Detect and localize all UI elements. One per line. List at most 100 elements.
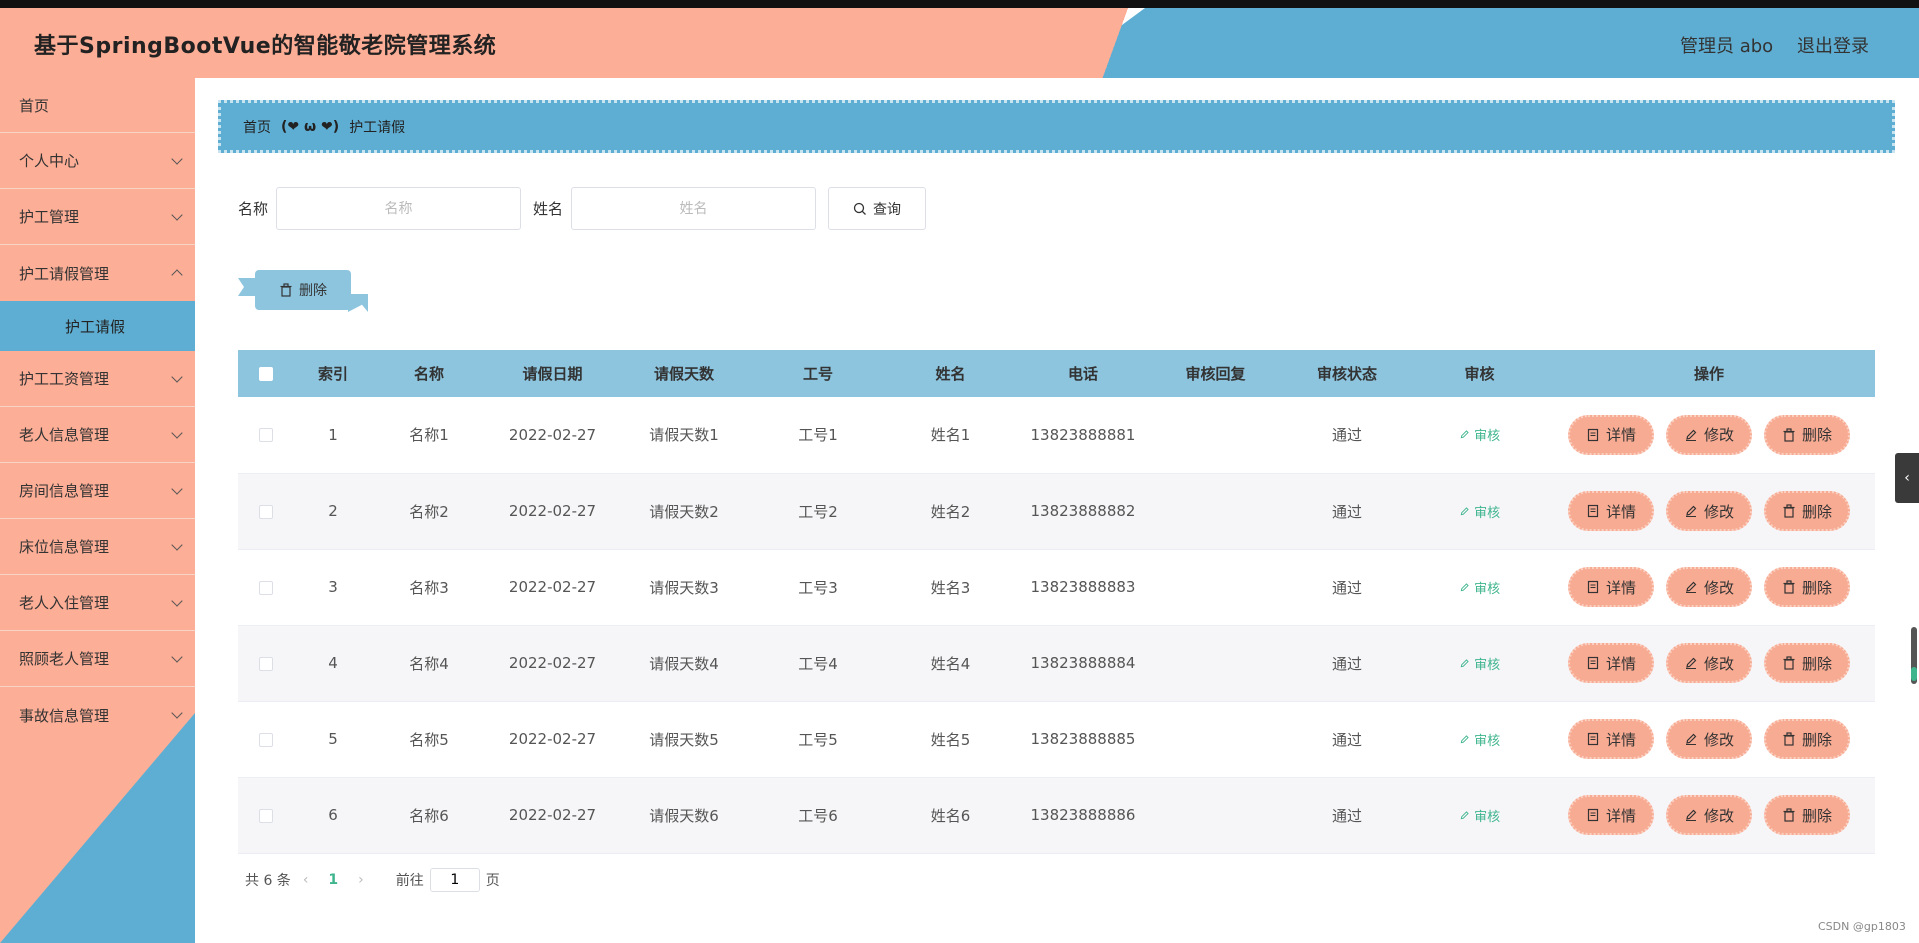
edit-button[interactable]: 修改 (1666, 414, 1752, 455)
audit-link[interactable]: 审核 (1459, 734, 1500, 749)
chevron-down-icon (171, 483, 183, 495)
cell-status: 通过 (1331, 578, 1362, 597)
column-header: 操作 (1693, 365, 1724, 383)
delete-button[interactable]: 删除 (1764, 643, 1850, 683)
edit-label: 修改 (1703, 426, 1734, 445)
sidebar-item-caregiver-management[interactable]: 护工管理 (0, 189, 195, 245)
batch-delete-wrapper: 删除 (238, 270, 368, 312)
detail-button[interactable]: 详情 (1568, 567, 1654, 607)
edit-button[interactable]: 修改 (1666, 567, 1752, 607)
sidebar-item-salary-management[interactable]: 护工工资管理 (0, 351, 195, 407)
audit-link[interactable]: 审核 (1459, 658, 1500, 673)
collapse-panel-button[interactable]: ‹ (1895, 453, 1919, 503)
delete-button[interactable]: 删除 (1764, 567, 1850, 607)
app-header: 基于SpringBootVue的智能敬老院管理系统 管理员 abo 退出登录 (0, 8, 1919, 78)
table-row: 2 名称2 2022-02-27 请假天数2 工号2 姓名2 13823888882 通过 审… (238, 473, 1875, 549)
edit-icon (1685, 809, 1697, 821)
current-user: 管理员 abo (1680, 36, 1774, 57)
chevron-down-icon (171, 651, 183, 663)
sidebar-item-care[interactable]: 照顾老人管理 (0, 631, 195, 687)
pencil-icon (1460, 734, 1469, 743)
column-header: 请假日期 (522, 365, 583, 383)
row-checkbox[interactable] (258, 808, 273, 823)
sidebar-item-room-info[interactable]: 房间信息管理 (0, 463, 195, 519)
cell-days: 请假天数3 (649, 578, 719, 597)
prev-page-icon[interactable]: ‹ (303, 872, 309, 888)
delete-button[interactable]: 删除 (1764, 414, 1850, 455)
delete-button[interactable]: 删除 (1764, 719, 1850, 759)
row-checkbox[interactable] (258, 656, 273, 671)
audit-label: 审核 (1474, 733, 1501, 749)
cell-reply (1153, 473, 1278, 549)
detail-button[interactable]: 详情 (1568, 719, 1654, 759)
select-all-checkbox[interactable] (258, 367, 273, 381)
query-button-label: 查询 (873, 201, 902, 218)
batch-delete-button[interactable]: 删除 (255, 270, 351, 310)
sidebar-item-home[interactable]: 首页 (0, 78, 195, 133)
detail-label: 详情 (1605, 426, 1636, 445)
row-checkbox[interactable] (258, 504, 273, 519)
row-checkbox[interactable] (258, 428, 273, 443)
row-actions: 详情 修改 删除 (1543, 795, 1875, 835)
row-actions: 详情 修改 删除 (1543, 643, 1875, 683)
cell-days: 请假天数1 (649, 426, 719, 445)
sidebar-item-bed-info[interactable]: 床位信息管理 (0, 519, 195, 575)
detail-button[interactable]: 详情 (1568, 643, 1654, 683)
sidebar-item-label: 床位信息管理 (19, 538, 110, 556)
column-header: 电话 (1067, 365, 1098, 383)
sidebar-item-leave-management[interactable]: 护工请假管理 (0, 245, 195, 301)
sidebar-subitem-leave[interactable]: 护工请假 (0, 301, 195, 351)
detail-button[interactable]: 详情 (1568, 795, 1654, 835)
column-header: 工号 (802, 365, 833, 383)
chevron-down-icon (171, 707, 183, 719)
column-header: 姓名 (935, 365, 966, 383)
name-input[interactable] (276, 187, 522, 230)
breadcrumb-separator: (❤ ω ❤) (281, 118, 340, 135)
sidebar-item-label: 护工管理 (19, 208, 80, 226)
query-button[interactable]: 查询 (828, 187, 927, 230)
cell-phone: 13823888881 (1030, 425, 1136, 444)
breadcrumb-home[interactable]: 首页 (243, 117, 271, 137)
edit-button[interactable]: 修改 (1666, 719, 1752, 759)
delete-button[interactable]: 删除 (1764, 491, 1850, 531)
delete-label: 删除 (1801, 426, 1832, 445)
detail-button[interactable]: 详情 (1568, 491, 1654, 531)
audit-link[interactable]: 审核 (1459, 582, 1500, 597)
sidebar-item-label: 老人信息管理 (19, 426, 110, 444)
audit-label: 审核 (1474, 581, 1501, 597)
column-header: 审核回复 (1185, 365, 1246, 383)
person-input[interactable] (571, 187, 817, 230)
sidebar-item-accident[interactable]: 事故信息管理 (0, 687, 195, 743)
edit-label: 修改 (1703, 654, 1734, 673)
detail-button[interactable]: 详情 (1568, 414, 1654, 455)
edit-button[interactable]: 修改 (1666, 643, 1752, 683)
chevron-down-icon (171, 153, 183, 165)
trash-icon (1783, 656, 1795, 670)
sidebar-item-personal-center[interactable]: 个人中心 (0, 133, 195, 189)
cell-days: 请假天数2 (649, 502, 719, 521)
row-checkbox[interactable] (258, 580, 273, 595)
edit-button[interactable]: 修改 (1666, 795, 1752, 835)
cell-index: 6 (328, 806, 338, 824)
sidebar-item-checkin[interactable]: 老人入住管理 (0, 575, 195, 631)
edit-icon (1685, 429, 1697, 441)
cell-reply (1153, 397, 1278, 473)
audit-link[interactable]: 审核 (1459, 429, 1500, 444)
next-page-icon[interactable]: › (358, 872, 364, 888)
logout-link[interactable]: 退出登录 (1797, 32, 1869, 58)
audit-link[interactable]: 审核 (1459, 810, 1500, 825)
row-checkbox[interactable] (258, 732, 273, 747)
sidebar-item-elder-info[interactable]: 老人信息管理 (0, 407, 195, 463)
audit-label: 审核 (1474, 505, 1501, 521)
delete-button[interactable]: 删除 (1764, 795, 1850, 835)
page-number[interactable]: 1 (328, 872, 338, 888)
column-header: 审核 (1464, 365, 1495, 383)
audit-link[interactable]: 审核 (1459, 506, 1500, 521)
row-actions: 详情 修改 删除 (1543, 567, 1875, 607)
goto-page-input[interactable] (429, 868, 480, 892)
cell-person: 姓名1 (930, 426, 971, 445)
edit-button[interactable]: 修改 (1666, 491, 1752, 531)
edit-label: 修改 (1703, 730, 1734, 749)
trash-icon (1783, 808, 1795, 822)
cell-reply (1153, 777, 1278, 853)
